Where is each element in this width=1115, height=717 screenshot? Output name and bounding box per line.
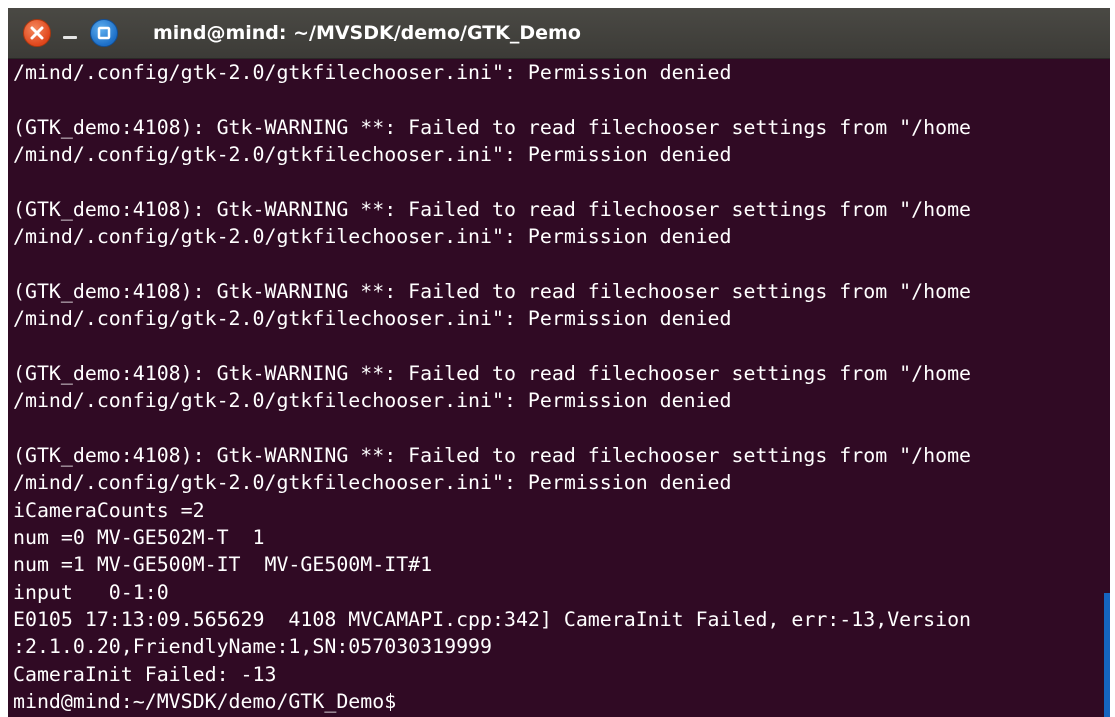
terminal-line: (GTK_demo:4108): Gtk-WARNING **: Failed … (13, 443, 972, 467)
title-bar[interactable]: mind@mind: ~/MVSDK/demo/GTK_Demo (8, 8, 1110, 59)
maximize-button[interactable] (90, 19, 118, 47)
maximize-icon (97, 26, 111, 40)
terminal-line: (GTK_demo:4108): Gtk-WARNING **: Failed … (13, 279, 972, 303)
close-icon (30, 26, 44, 40)
terminal-line: /mind/.config/gtk-2.0/gtkfilechooser.ini… (13, 307, 732, 331)
terminal-line: (GTK_demo:4108): Gtk-WARNING **: Failed … (13, 115, 972, 139)
terminal-line: num =0 MV-GE502M-T 1 (13, 525, 265, 549)
terminal-output[interactable]: /mind/.config/gtk-2.0/gtkfilechooser.ini… (13, 59, 1110, 717)
terminal-line: /mind/.config/gtk-2.0/gtkfilechooser.ini… (13, 471, 732, 495)
close-button[interactable] (23, 19, 51, 47)
terminal-window: mind@mind: ~/MVSDK/demo/GTK_Demo /mind/.… (8, 8, 1110, 717)
terminal-line: /mind/.config/gtk-2.0/gtkfilechooser.ini… (13, 61, 732, 84)
terminal-line: iCameraCounts =2 (13, 498, 205, 522)
terminal-line: :2.1.0.20,FriendlyName:1,SN:057030319999 (13, 635, 493, 659)
minimize-icon (63, 36, 77, 39)
terminal-line: (GTK_demo:4108): Gtk-WARNING **: Failed … (13, 197, 972, 221)
terminal-line: num =1 MV-GE500M-IT MV-GE500M-IT#1 (13, 553, 433, 577)
terminal-line: E0105 17:13:09.565629 4108 MVCAMAPI.cpp:… (13, 607, 972, 631)
terminal-line: /mind/.config/gtk-2.0/gtkfilechooser.ini… (13, 143, 732, 167)
minimize-button[interactable] (58, 19, 82, 47)
window-title: mind@mind: ~/MVSDK/demo/GTK_Demo (153, 22, 581, 44)
terminal-line: (GTK_demo:4108): Gtk-WARNING **: Failed … (13, 361, 972, 385)
terminal-line: /mind/.config/gtk-2.0/gtkfilechooser.ini… (13, 389, 732, 413)
terminal-line: mind@mind:~/MVSDK/demo/GTK_Demo$ (13, 689, 397, 713)
terminal-line: /mind/.config/gtk-2.0/gtkfilechooser.ini… (13, 225, 732, 249)
terminal-line: input 0-1:0 (13, 580, 169, 604)
terminal-line: CameraInit Failed: -13 (13, 662, 277, 686)
scrollbar[interactable] (1104, 593, 1110, 717)
